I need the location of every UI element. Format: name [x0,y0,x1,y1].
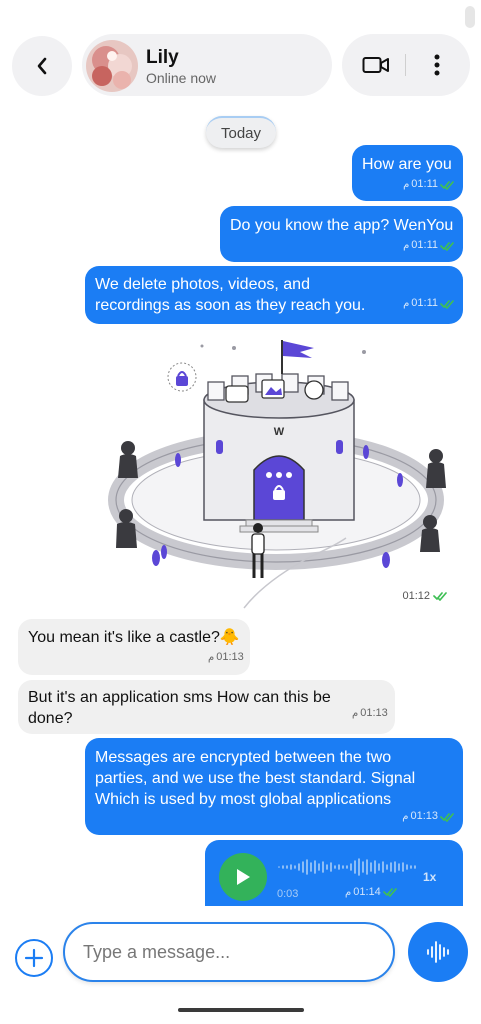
contact-name: Lily [146,47,179,68]
message-input[interactable] [63,922,395,982]
audio-duration: 0:03 [277,888,299,900]
double-check-icon [382,888,397,897]
castle-logo: W [274,426,285,438]
message-bubble[interactable]: You mean it's like a castle?🐥 م 01:13 [18,619,250,675]
message-time: 01:11 [411,178,438,190]
double-check-icon [440,299,454,309]
double-check-icon [440,812,454,822]
voice-record-button[interactable] [408,922,468,982]
message-meta: م 01:13 [402,806,455,827]
add-attachment-button[interactable] [15,939,53,977]
message-text: We delete photos, videos, and recordings… [95,276,366,314]
message-meta: 01:12 [402,590,448,602]
chat-header: Lily Online now [0,0,481,110]
message-meta: م 01:13 [352,703,388,724]
plus-icon [24,948,44,968]
message-bubble[interactable]: But it's an application sms How can this… [18,680,395,734]
contact-status: Online now [146,70,217,86]
castle-illustration: W [108,340,446,609]
double-check-icon [433,592,447,601]
message-bubble[interactable]: How are you م 01:11 [352,145,463,201]
double-check-icon [440,241,454,251]
back-button[interactable] [12,36,72,96]
video-camera-icon [362,57,389,73]
video-call-button[interactable] [356,50,396,80]
message-time: 01:13 [360,707,388,719]
message-time: 01:11 [411,297,438,309]
message-meta: م 01:14 [345,886,398,898]
chevron-left-icon [37,57,47,75]
audio-waveform[interactable] [277,856,417,878]
message-text: Do you know the app? WenYou [230,217,454,234]
message-bubble[interactable]: We delete photos, videos, and recordings… [85,266,463,324]
message-time: 01:11 [411,239,438,251]
message-text: But it's an application sms How can this… [28,689,331,727]
more-options-button[interactable] [422,48,452,82]
image-message[interactable]: W 01:12 [86,330,462,610]
message-text: Messages are encrypted between the two p… [95,749,416,808]
message-time: 01:12 [402,590,430,602]
contact-info[interactable]: Lily Online now [82,34,332,96]
message-text: How are you [362,156,452,173]
message-meta: م 01:13 [208,647,244,668]
header-actions [342,34,470,96]
message-time: 01:13 [216,651,244,663]
message-text: You mean it's like a castle?🐥 [28,629,240,646]
message-meta: م 01:11 [403,293,455,314]
double-check-icon [440,180,454,190]
avatar[interactable] [86,40,138,92]
play-button[interactable] [219,853,267,901]
audio-message[interactable]: 1x 0:03 م 01:14 [205,840,463,906]
voice-wave-icon [427,941,449,963]
message-bubble[interactable]: Do you know the app? WenYou م 01:11 [220,206,463,262]
playback-speed-button[interactable]: 1x [423,870,436,884]
message-bubble[interactable]: Messages are encrypted between the two p… [85,738,463,835]
play-icon [237,869,250,885]
divider [405,54,406,76]
date-separator: Today [206,116,276,148]
message-meta: م 01:11 [403,235,455,256]
message-time: 01:13 [410,810,438,822]
message-time: 01:14 [353,886,381,898]
home-indicator [178,1008,304,1012]
message-meta: م 01:11 [403,174,455,195]
more-vertical-icon [434,54,440,76]
